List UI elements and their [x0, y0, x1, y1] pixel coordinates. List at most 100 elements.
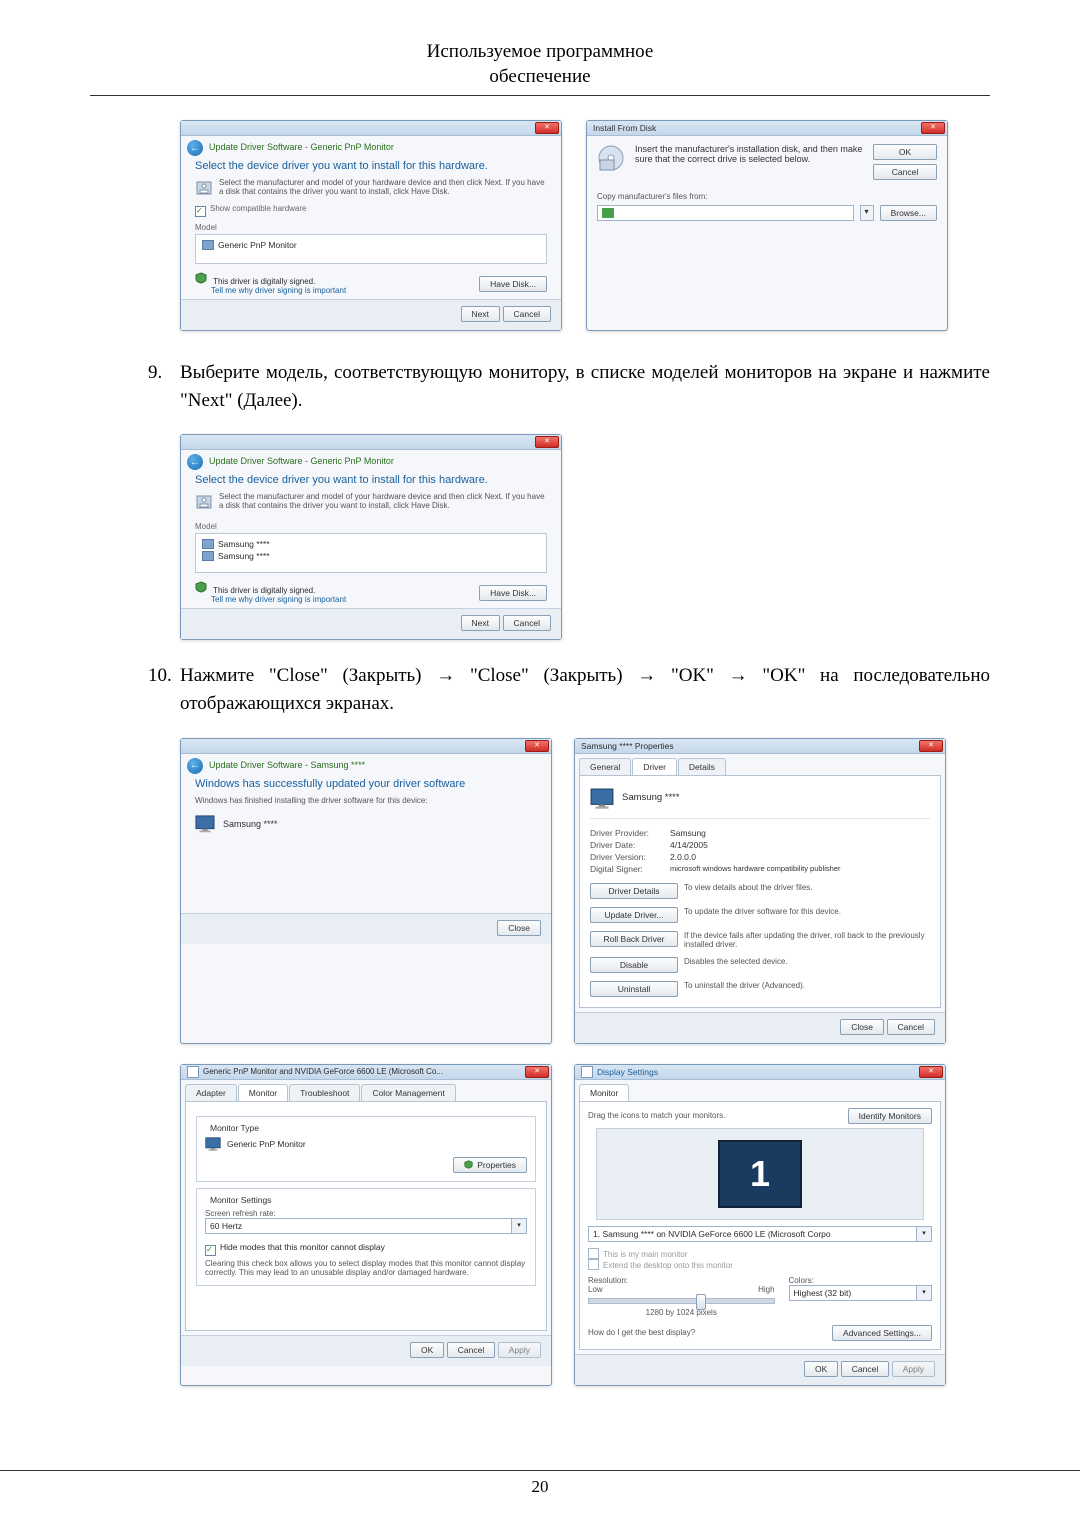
- rollback-button[interactable]: Roll Back Driver: [590, 931, 678, 947]
- monitor-type-label: Monitor Type: [207, 1123, 262, 1133]
- device-name: Samsung ****: [223, 819, 278, 829]
- breadcrumb: Update Driver Software - Samsung ****: [209, 754, 365, 774]
- header-line1: Используемое программное: [427, 41, 654, 62]
- resolution-slider[interactable]: [588, 1298, 775, 1304]
- back-icon[interactable]: ←: [187, 454, 203, 470]
- drive-icon: [602, 208, 614, 218]
- path-dropdown[interactable]: ▾: [860, 205, 874, 221]
- shield-icon: [195, 581, 207, 593]
- monitor-preview-1[interactable]: 1: [718, 1140, 802, 1208]
- ds-title: Display Settings: [593, 1067, 919, 1077]
- hide-modes-desc: Clearing this check box allows you to se…: [205, 1259, 527, 1277]
- update-driver-button[interactable]: Update Driver...: [590, 907, 678, 923]
- tab-monitor[interactable]: Monitor: [238, 1084, 288, 1101]
- next-button[interactable]: Next: [461, 615, 500, 631]
- dialog-subtext: Select the manufacturer and model of you…: [219, 492, 547, 510]
- colors-label: Colors:: [789, 1276, 932, 1285]
- monitor-name: Generic PnP Monitor: [227, 1139, 527, 1149]
- tab-driver[interactable]: Driver: [632, 758, 677, 775]
- disable-button[interactable]: Disable: [590, 957, 678, 973]
- show-compat-checkbox[interactable]: [195, 206, 206, 217]
- model-list[interactable]: Generic PnP Monitor: [195, 234, 547, 264]
- update-driver-success-dialog: ✕ ← Update Driver Software - Samsung ***…: [180, 738, 552, 1044]
- monitor-icon: [205, 1137, 221, 1151]
- model-header: Model: [181, 518, 561, 533]
- tab-monitor[interactable]: Monitor: [579, 1084, 629, 1101]
- advanced-button[interactable]: Advanced Settings...: [832, 1325, 932, 1341]
- cancel-button[interactable]: Cancel: [503, 615, 551, 631]
- have-disk-button[interactable]: Have Disk...: [479, 276, 547, 292]
- res-low: Low: [588, 1285, 603, 1294]
- cancel-button[interactable]: Cancel: [873, 164, 937, 180]
- cancel-button[interactable]: Cancel: [841, 1361, 889, 1377]
- refresh-label: Screen refresh rate:: [205, 1209, 527, 1218]
- close-icon[interactable]: ✕: [525, 1066, 549, 1078]
- tab-troubleshoot[interactable]: Troubleshoot: [289, 1084, 360, 1101]
- next-button[interactable]: Next: [461, 306, 500, 322]
- identify-button[interactable]: Identify Monitors: [848, 1108, 932, 1124]
- step-10-number: 10.: [148, 662, 180, 717]
- signing-link[interactable]: Tell me why driver signing is important: [211, 286, 346, 295]
- close-button[interactable]: Close: [497, 920, 541, 936]
- model-header: Model: [181, 219, 561, 234]
- tab-color[interactable]: Color Management: [361, 1084, 455, 1101]
- success-title: Windows has successfully updated your dr…: [181, 774, 551, 796]
- prop-title: Samsung **** Properties: [581, 741, 674, 751]
- ok-button[interactable]: OK: [410, 1342, 444, 1358]
- main-monitor-label: This is my main monitor: [603, 1250, 687, 1259]
- back-icon[interactable]: ←: [187, 758, 203, 774]
- hide-modes-checkbox[interactable]: [205, 1245, 216, 1256]
- monitor-settings-label: Monitor Settings: [207, 1195, 274, 1205]
- success-sub: Windows has finished installing the driv…: [181, 796, 551, 815]
- close-icon[interactable]: ✕: [535, 436, 559, 448]
- close-icon[interactable]: ✕: [525, 740, 549, 752]
- display-select[interactable]: 1. Samsung **** on NVIDIA GeForce 6600 L…: [588, 1226, 932, 1242]
- window-icon: [581, 1066, 593, 1078]
- monitor-layout-area[interactable]: 1: [596, 1128, 924, 1220]
- best-display-link[interactable]: How do I get the best display?: [588, 1328, 695, 1337]
- ifd-message: Insert the manufacturer's installation d…: [635, 144, 863, 180]
- update-driver-dialog-2: ✕ ← Update Driver Software - Generic PnP…: [180, 434, 562, 640]
- extend-checkbox: [588, 1259, 599, 1270]
- monitor-properties-dialog: Generic PnP Monitor and NVIDIA GeForce 6…: [180, 1064, 552, 1386]
- tab-details[interactable]: Details: [678, 758, 726, 775]
- tab-adapter[interactable]: Adapter: [185, 1084, 237, 1101]
- close-icon[interactable]: ✕: [535, 122, 559, 134]
- path-input[interactable]: [597, 205, 854, 221]
- back-icon[interactable]: ←: [187, 140, 203, 156]
- close-button[interactable]: Close: [840, 1019, 884, 1035]
- dialog-title: Select the device driver you want to ins…: [181, 470, 561, 492]
- install-from-disk-dialog: Install From Disk ✕ Insert the manufactu…: [586, 120, 948, 331]
- monitor-icon: [202, 551, 214, 561]
- have-disk-button[interactable]: Have Disk...: [479, 585, 547, 601]
- dialog-title: Select the device driver you want to ins…: [181, 156, 561, 178]
- model-list[interactable]: Samsung **** Samsung ****: [195, 533, 547, 573]
- close-icon[interactable]: ✕: [919, 1066, 943, 1078]
- disk-icon: [195, 178, 213, 196]
- ok-button[interactable]: OK: [873, 144, 937, 160]
- resolution-label: Resolution:: [588, 1276, 775, 1285]
- disk-icon: [195, 492, 213, 510]
- tab-general[interactable]: General: [579, 758, 631, 775]
- close-icon[interactable]: ✕: [919, 740, 943, 752]
- uninstall-button[interactable]: Uninstall: [590, 981, 678, 997]
- monitor-icon: [202, 539, 214, 549]
- ok-button[interactable]: OK: [804, 1361, 838, 1377]
- apply-button[interactable]: Apply: [892, 1361, 935, 1377]
- cancel-button[interactable]: Cancel: [447, 1342, 495, 1358]
- colors-select[interactable]: Highest (32 bit)▾: [789, 1285, 932, 1301]
- properties-button[interactable]: Properties: [453, 1157, 527, 1173]
- driver-details-button[interactable]: Driver Details: [590, 883, 678, 899]
- window-icon: [187, 1066, 199, 1078]
- close-icon[interactable]: ✕: [921, 122, 945, 134]
- signing-link[interactable]: Tell me why driver signing is important: [211, 595, 346, 604]
- browse-button[interactable]: Browse...: [880, 205, 937, 221]
- extend-label: Extend the desktop onto this monitor: [603, 1261, 733, 1270]
- breadcrumb: Update Driver Software - Generic PnP Mon…: [209, 450, 394, 470]
- apply-button[interactable]: Apply: [498, 1342, 541, 1358]
- monitor-icon: [590, 788, 614, 808]
- refresh-rate-select[interactable]: 60 Hertz▾: [205, 1218, 527, 1234]
- signed-text: This driver is digitally signed.: [213, 586, 315, 595]
- cancel-button[interactable]: Cancel: [887, 1019, 935, 1035]
- cancel-button[interactable]: Cancel: [503, 306, 551, 322]
